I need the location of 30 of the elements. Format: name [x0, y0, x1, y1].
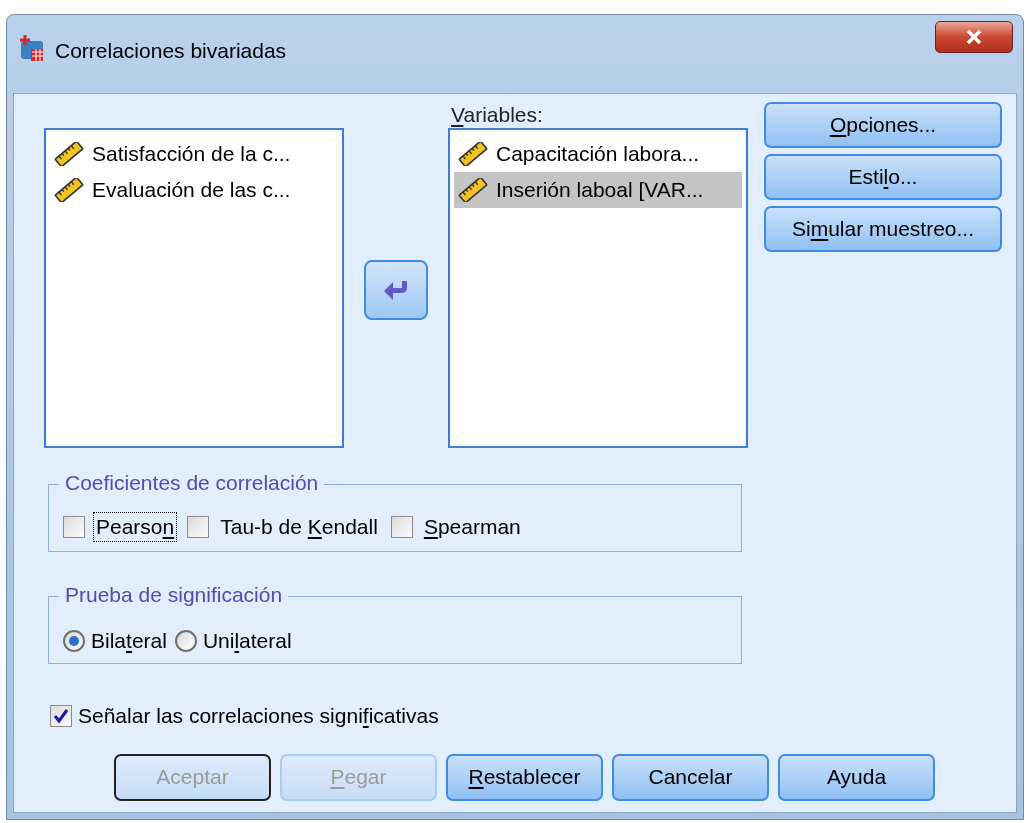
radio-button[interactable]: [63, 629, 85, 652]
close-icon: [965, 29, 983, 45]
variable-item[interactable]: Inserión laboal [VAR...: [454, 172, 742, 208]
checkbox[interactable]: [50, 704, 72, 727]
dialog-button[interactable]: Ayuda: [778, 753, 935, 801]
checkbox-label[interactable]: Señalar las correlaciones significativas: [78, 700, 439, 732]
variable-item[interactable]: Satisfacción de la c...: [50, 136, 338, 172]
checkbox[interactable]: [390, 516, 413, 538]
checkbox[interactable]: [187, 516, 210, 538]
move-button[interactable]: [364, 260, 428, 320]
dialog-button[interactable]: Opciones...: [764, 102, 1002, 148]
checkbox[interactable]: [63, 516, 85, 538]
radio-label[interactable]: Unilateral: [202, 625, 292, 657]
radio-button[interactable]: [174, 629, 197, 652]
dialog-button[interactable]: Cancelar: [612, 753, 769, 801]
checkbox-label[interactable]: Tau-b de Kendall: [217, 512, 381, 542]
variable-item[interactable]: Capacitación labora...: [454, 136, 742, 172]
radio-label[interactable]: Bilateral: [91, 625, 167, 657]
dialog-button[interactable]: Estilo...: [764, 154, 1002, 200]
source-variable-list[interactable]: Satisfacción de la c... Evaluación de las c...: [44, 128, 344, 448]
return-arrow-icon: [383, 278, 409, 302]
checkbox-label[interactable]: Spearman: [420, 512, 524, 542]
variable-item[interactable]: Evaluación de las c...: [50, 172, 338, 208]
window-title: Correlaciones bivariadas: [55, 38, 287, 64]
dialog-button[interactable]: Simular muestreo...: [764, 206, 1002, 252]
checkbox-label[interactable]: Pearson: [93, 512, 178, 542]
variables-list[interactable]: Capacitación labora... Inserión laboal [VAR...: [448, 128, 748, 448]
variables-label: Variables:: [450, 102, 544, 128]
dialog-button[interactable]: Restablecer: [446, 753, 603, 801]
close-button[interactable]: [935, 21, 1013, 53]
